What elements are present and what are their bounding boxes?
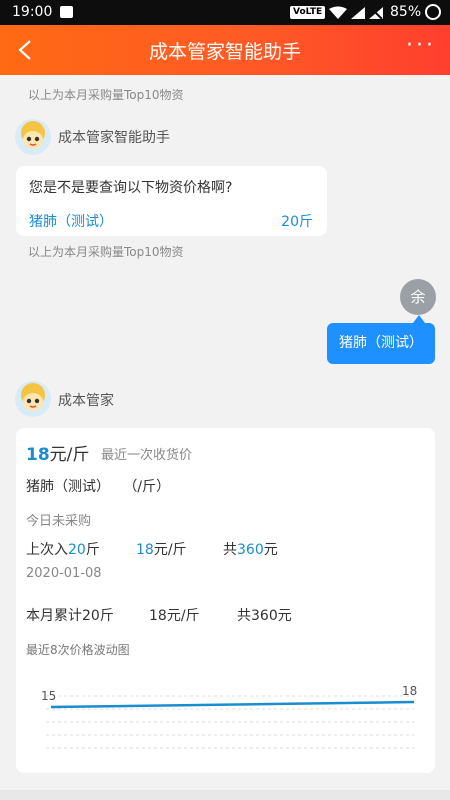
price-trend-chart: 15 18	[41, 684, 417, 749]
assistant-avatar	[15, 119, 51, 155]
image-notification-icon	[60, 6, 73, 18]
suggested-item-link[interactable]: 猪肺（测试）	[29, 211, 113, 231]
item-line: 猪肺（测试） （/斤）	[26, 479, 171, 495]
last-total-unit: 元	[263, 542, 278, 558]
last-price-value: 18	[136, 542, 154, 558]
status-bar: 19:00 VoLTE 85%	[0, 0, 450, 25]
latest-price-value: 18	[26, 445, 50, 465]
wifi-icon	[329, 6, 347, 19]
last-qty-value: 20	[68, 542, 86, 558]
price-info-card: 18元/斤 最近一次收货价 猪肺（测试） （/斤） 今日未采购 上次入20斤 1…	[16, 428, 435, 773]
month-price: 18元/斤	[149, 608, 200, 624]
volte-icon: VoLTE	[290, 6, 326, 19]
more-dots-icon[interactable]: ···	[406, 35, 436, 57]
battery-icon	[425, 4, 441, 20]
last-qty-unit: 斤	[85, 542, 100, 558]
bubble-tail	[413, 315, 425, 323]
assistant-mascot-icon	[21, 121, 45, 149]
last-total-label: 共	[223, 542, 237, 558]
bottom-bar	[0, 790, 450, 800]
top10-hint: 以上为本月采购量Top10物资	[28, 88, 184, 102]
suggested-item-qty: 20斤	[281, 214, 313, 230]
app-header: 成本管家智能助手 ···	[0, 25, 450, 75]
assistant-name: 成本管家智能助手	[58, 130, 170, 146]
signal-icon-2	[369, 6, 383, 20]
battery-percent: 85%	[390, 4, 422, 20]
last-purchase-price: 18元/斤	[136, 539, 187, 559]
user-avatar: 余	[400, 279, 436, 315]
data-label: 15	[41, 689, 56, 703]
last-purchase-label: 上次入	[26, 542, 68, 558]
latest-price-note: 最近一次收货价	[101, 448, 193, 463]
assistant-name-2: 成本管家	[58, 393, 114, 409]
user-message-bubble: 猪肺（测试）	[327, 315, 435, 364]
price-series-line	[50, 700, 415, 709]
data-label: 18	[402, 684, 417, 698]
latest-price-unit: 元/斤	[49, 445, 90, 465]
assistant-mascot-icon-2	[21, 383, 45, 411]
today-status: 今日未采购	[26, 514, 92, 529]
month-total-qty: 本月累计20斤	[26, 608, 114, 624]
latest-price: 18元/斤	[26, 440, 89, 465]
last-purchase-total: 共360元	[223, 539, 278, 559]
user-message-text: 猪肺（测试）	[339, 335, 423, 351]
chart-title: 最近8次价格波动图	[26, 643, 130, 657]
assistant-avatar-2	[15, 381, 51, 417]
query-suggestion-card: 您是不是要查询以下物资价格啊? 猪肺（测试） 20斤	[16, 166, 327, 236]
last-price-unit: 元/斤	[153, 542, 187, 558]
last-purchase-qty: 上次入20斤	[26, 539, 100, 559]
month-total-amount: 共360元	[237, 608, 292, 624]
suggestion-question: 您是不是要查询以下物资价格啊?	[29, 180, 233, 196]
page-title: 成本管家智能助手	[148, 41, 301, 63]
status-time: 19:00	[12, 4, 53, 20]
top10-hint-2: 以上为本月采购量Top10物资	[28, 245, 184, 259]
last-purchase-date: 2020-01-08	[26, 566, 102, 581]
signal-icon	[351, 7, 365, 19]
last-total-value: 360	[237, 542, 264, 558]
